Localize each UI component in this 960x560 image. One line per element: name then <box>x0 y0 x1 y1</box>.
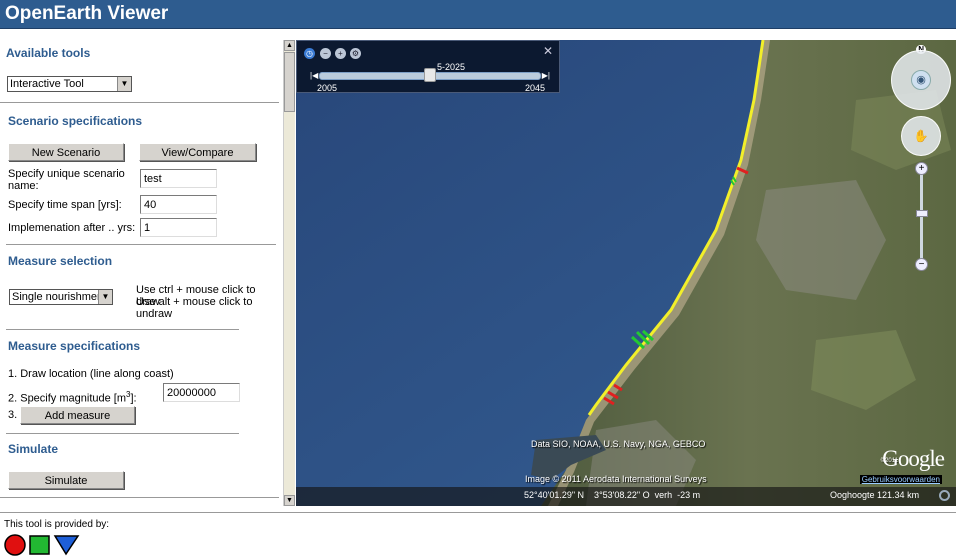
implementation-input[interactable] <box>140 218 217 237</box>
new-scenario-button[interactable]: New Scenario <box>8 143 124 161</box>
chevron-down-icon: ▼ <box>98 290 112 304</box>
image-attribution: Image © 2011 Aerodata International Surv… <box>525 474 707 484</box>
google-logo: Google <box>882 446 945 471</box>
scenario-name-label: Specify unique scenario name: <box>8 168 125 192</box>
tool-select[interactable]: Interactive Tool ▼ <box>7 76 132 92</box>
data-attribution: Data SIO, NOAA, U.S. Navy, NGA, GEBCO <box>531 439 706 449</box>
add-measure-step: 3. <box>8 409 18 421</box>
step-forward-icon[interactable]: ▶| <box>542 71 550 80</box>
tool-panel: Available tools Interactive Tool ▼ Scena… <box>0 40 282 506</box>
chevron-down-icon: ▼ <box>117 77 131 91</box>
loading-indicator-icon <box>939 490 950 501</box>
measure-specs-heading: Measure specifications <box>8 339 141 353</box>
divider <box>0 497 279 498</box>
terms-link[interactable]: Gebruiksvoorwaarden <box>859 475 942 484</box>
provided-by-label: This tool is provided by: <box>4 519 110 530</box>
measure-selection-heading: Measure selection <box>8 254 113 268</box>
scenario-name-input[interactable] <box>140 169 217 188</box>
blue-triangle-logo <box>53 535 80 556</box>
settings-icon[interactable]: ⚙ <box>350 48 361 59</box>
scroll-thumb[interactable] <box>284 52 295 112</box>
scroll-down-icon[interactable]: ▼ <box>284 495 295 506</box>
red-circle-logo <box>4 534 26 556</box>
draw-location-step: 1. Draw location (line along coast) <box>8 368 174 380</box>
view-compare-button[interactable]: View/Compare <box>139 143 256 161</box>
earth-map-view[interactable]: ◷ − + ⚙ ✕ 5-2025 |◀ ▶| 2005 2045 N ◉ ✋ +… <box>296 40 956 506</box>
implementation-label: Implemenation after .. yrs: <box>8 222 136 234</box>
close-icon[interactable]: ✕ <box>543 44 553 58</box>
time-span-input[interactable] <box>140 195 217 214</box>
zoom-track <box>920 170 923 264</box>
eye-icon[interactable]: ◉ <box>911 70 931 90</box>
zoom-out-icon[interactable]: − <box>915 258 928 271</box>
clock-icon[interactable]: ◷ <box>304 48 315 59</box>
hand-icon[interactable]: ✋ <box>912 127 930 145</box>
timeline-end: 2045 <box>524 83 545 93</box>
provider-logo <box>4 534 80 556</box>
zoom-in-time-icon[interactable]: + <box>335 48 346 59</box>
scenario-heading: Scenario specifications <box>8 114 143 128</box>
divider <box>6 329 239 330</box>
pointer-coordinates: 52°40'01.29" N 3°53'08.22" O verh -23 m <box>524 490 701 500</box>
divider <box>6 433 239 434</box>
tool-select-value: Interactive Tool <box>10 78 84 90</box>
magnitude-label-text: 2. Specify magnitude [m <box>8 392 127 405</box>
timeline-current-date: 5-2025 <box>437 62 466 72</box>
step-back-icon[interactable]: |◀ <box>310 71 318 80</box>
timeline-control: ◷ − + ⚙ ✕ 5-2025 |◀ ▶| 2005 2045 <box>296 40 560 93</box>
move-control[interactable]: ✋ <box>901 116 941 156</box>
simulate-button[interactable]: Simulate <box>8 471 124 489</box>
time-span-label: Specify time span [yrs]: <box>8 199 122 211</box>
magnitude-label-suffix: ]: <box>130 392 137 405</box>
panel-scrollbar[interactable]: ▲ ▼ <box>283 40 295 506</box>
undraw-hint: Use alt + mouse click to undraw <box>136 296 253 320</box>
map-status-bar: 52°40'01.29" N 3°53'08.22" O verh -23 m … <box>296 487 956 506</box>
zoom-slider[interactable]: + − <box>914 162 930 272</box>
simulate-heading: Simulate <box>8 442 59 456</box>
map-canvas <box>296 40 956 506</box>
available-tools-heading: Available tools <box>6 46 91 60</box>
measure-select[interactable]: Single nourishment ▼ <box>9 289 113 305</box>
provider-logos <box>4 533 84 557</box>
magnitude-input[interactable] <box>163 383 240 402</box>
app-title: OpenEarth Viewer <box>5 3 169 24</box>
zoom-in-icon[interactable]: + <box>915 162 928 175</box>
footer-divider <box>0 512 956 513</box>
measure-select-value: Single nourishment <box>12 291 107 303</box>
timeline-start: 2005 <box>317 83 338 93</box>
scroll-up-icon[interactable]: ▲ <box>284 40 295 51</box>
zoom-slider-handle[interactable] <box>916 210 928 217</box>
look-control[interactable]: ◉ <box>891 50 951 110</box>
zoom-out-time-icon[interactable]: − <box>320 48 331 59</box>
app-title-bar: OpenEarth Viewer <box>0 0 956 29</box>
magnitude-label: 2. Specify magnitude [m3]: <box>8 389 137 405</box>
green-square-logo <box>29 535 50 555</box>
divider <box>0 102 279 103</box>
eye-altitude: Ooghoogte 121.34 km <box>830 490 920 500</box>
timeline-slider-handle[interactable] <box>424 68 436 82</box>
divider <box>6 244 276 245</box>
add-measure-button[interactable]: Add measure <box>20 406 135 424</box>
